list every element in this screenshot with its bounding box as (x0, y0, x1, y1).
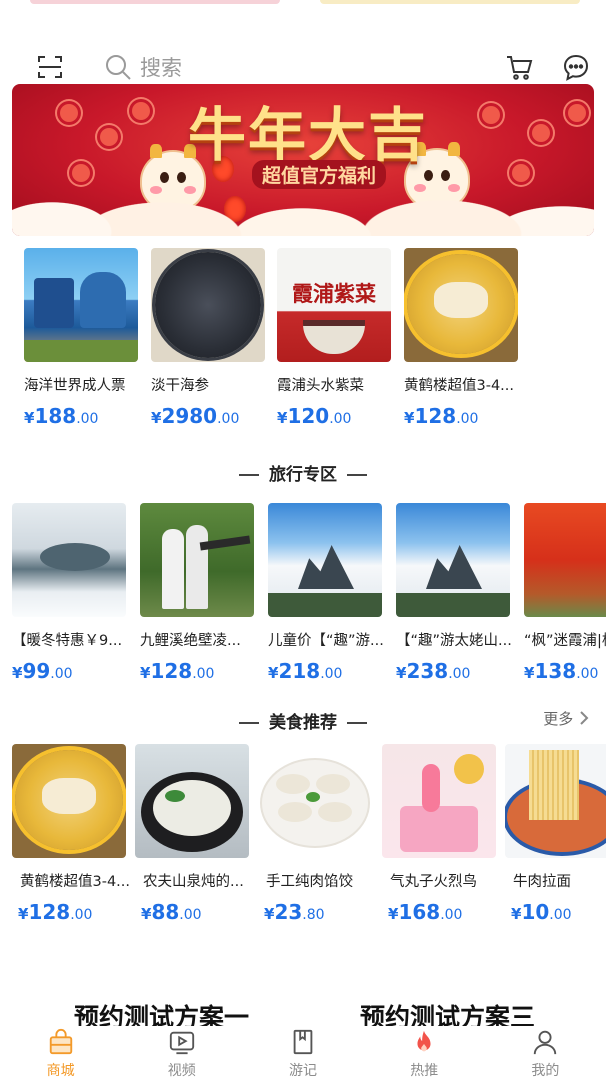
travel-card[interactable]: 九鲤溪绝壁凌... ¥128.00 (140, 503, 266, 683)
tab-travelogue[interactable]: 游记 (242, 1026, 363, 1080)
product-image (382, 744, 496, 858)
product-price: ¥128.00 (140, 659, 215, 683)
product-name: 【“趣”游太姥山... (396, 633, 512, 649)
product-price: ¥238.00 (396, 659, 471, 683)
tab-label: 我的 (531, 1063, 560, 1079)
product-card[interactable]: 黄鹤楼超值3-4... ¥128.00 (404, 248, 530, 428)
product-image (404, 248, 518, 362)
food-card[interactable]: 农夫山泉炖的... ¥88.00 (135, 744, 261, 924)
food-card[interactable]: 黄鹤楼超值3-4... ¥128.00 (12, 744, 138, 924)
product-name: 海洋世界成人票 (24, 378, 126, 394)
top-strip (0, 0, 606, 6)
food-card[interactable]: 气丸子火烈鸟 ¥168.00 (382, 744, 508, 924)
product-image (505, 744, 606, 858)
product-price: ¥128.00 (18, 900, 93, 924)
product-name: 黄鹤楼超值3-4... (404, 378, 515, 394)
product-name: 气丸子火烈鸟 (390, 874, 477, 890)
product-image (268, 503, 382, 617)
tab-label: 视频 (167, 1063, 196, 1079)
tab-hot[interactable]: 热推 (364, 1026, 485, 1080)
product-card[interactable]: 霞浦紫菜 霞浦头水紫菜 ¥120.00 (277, 248, 403, 428)
travel-card[interactable]: 【暖冬特惠￥9... ¥99.00 (12, 503, 138, 683)
product-image (12, 744, 126, 858)
travel-section-title: 旅行专区 (0, 460, 606, 485)
promo-headings: 预约测试方案一 预约测试方案三 (0, 996, 606, 1030)
product-name: 儿童价【“趣”游... (268, 633, 384, 649)
product-price: ¥99.00 (12, 659, 73, 683)
search-bar[interactable]: 搜索 (104, 50, 484, 84)
food-card[interactable]: 手工纯肉馅饺 ¥23.80 (258, 744, 384, 924)
notebook-icon (293, 1029, 313, 1055)
search-icon (106, 55, 131, 80)
product-name: 农夫山泉炖的... (143, 874, 244, 890)
product-name: 九鲤溪绝壁凌... (140, 633, 241, 649)
product-price: ¥88.00 (141, 900, 202, 924)
product-name: 【暖冬特惠￥9... (12, 633, 123, 649)
more-link[interactable]: 更多 (543, 708, 590, 729)
user-icon (534, 1030, 557, 1055)
flame-icon (417, 1030, 431, 1052)
product-card[interactable]: 淡干海参 ¥2980.00 (151, 248, 277, 428)
food-section-title: 美食推荐 (0, 708, 606, 733)
tab-mine[interactable]: 我的 (485, 1026, 606, 1080)
shop-bag-icon (49, 1029, 72, 1055)
product-image: 霞浦紫菜 (277, 248, 391, 362)
tab-shop[interactable]: 商城 (0, 1026, 121, 1080)
tab-label: 商城 (46, 1063, 75, 1079)
video-icon (169, 1031, 194, 1055)
product-price: ¥188.00 (24, 404, 99, 428)
product-price: ¥128.00 (404, 404, 479, 428)
tab-label: 游记 (289, 1063, 317, 1079)
product-image (524, 503, 606, 617)
product-image (24, 248, 138, 362)
bottom-tab-bar: 商城 视频 游记 热推 我的 (0, 1026, 606, 1080)
banner-subtitle: 超值官方福利 (252, 160, 387, 189)
product-name: 牛肉拉面 (513, 874, 571, 890)
product-price: ¥2980.00 (151, 404, 240, 428)
product-price: ¥218.00 (268, 659, 343, 683)
food-card[interactable]: 牛肉拉面 ¥10.00 (505, 744, 606, 924)
product-image (135, 744, 249, 858)
product-price: ¥120.00 (277, 404, 352, 428)
cart-icon[interactable] (504, 52, 534, 82)
header: 搜索 (0, 44, 606, 88)
search-input[interactable]: 搜索 (140, 52, 182, 82)
product-image (12, 503, 126, 617)
product-card[interactable]: 海洋世界成人票 ¥188.00 (24, 248, 150, 428)
travel-card[interactable]: 儿童价【“趣”游... ¥218.00 (268, 503, 394, 683)
promo-banner[interactable]: 牛年大吉 超值官方福利 (12, 84, 594, 236)
product-price: ¥138.00 (524, 659, 599, 683)
product-name: 手工纯肉馅饺 (266, 874, 353, 890)
product-image (151, 248, 265, 362)
product-image-text: 霞浦紫菜 (292, 281, 376, 306)
product-name: “枫”迷霞浦|杭 (524, 633, 606, 649)
tab-label: 热推 (410, 1063, 439, 1079)
travel-card[interactable]: “枫”迷霞浦|杭 ¥138.00 (524, 503, 606, 683)
product-name: 黄鹤楼超值3-4... (20, 874, 130, 890)
product-image (258, 744, 372, 858)
product-price: ¥23.80 (264, 900, 325, 924)
product-price: ¥168.00 (388, 900, 463, 924)
message-icon[interactable] (561, 52, 591, 82)
product-price: ¥10.00 (511, 900, 572, 924)
product-name: 淡干海参 (151, 378, 209, 394)
product-name: 霞浦头水紫菜 (277, 378, 364, 394)
tab-video[interactable]: 视频 (121, 1026, 242, 1080)
chevron-right-icon (580, 711, 589, 725)
travel-card[interactable]: 【“趣”游太姥山... ¥238.00 (396, 503, 522, 683)
scan-icon[interactable] (36, 53, 64, 81)
product-image (140, 503, 254, 617)
product-image (396, 503, 510, 617)
